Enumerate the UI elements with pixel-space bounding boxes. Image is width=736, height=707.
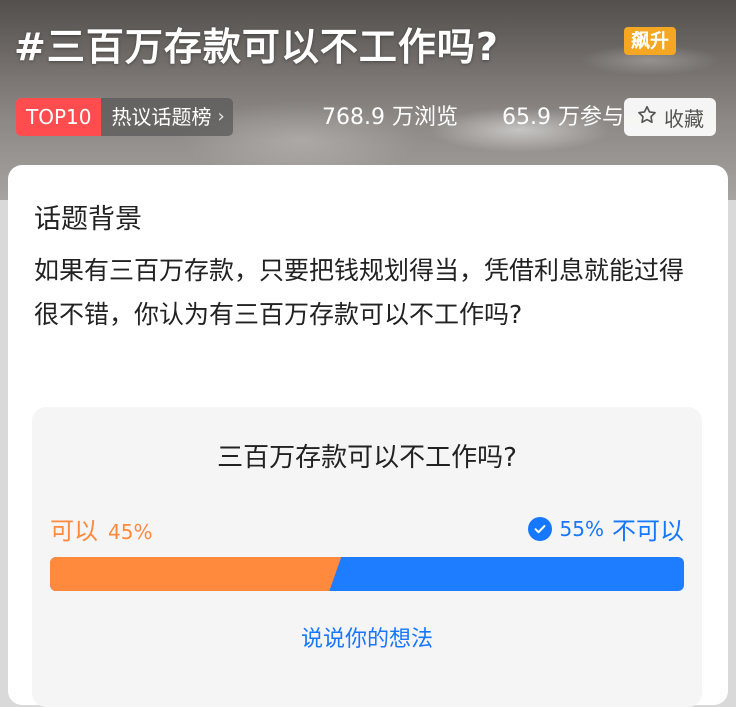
trending-badge: 飙升 — [624, 27, 677, 55]
check-circle-icon — [527, 516, 552, 541]
rank-list-text: 热议话题榜 — [111, 105, 212, 129]
topic-title: #三百万存款可以不工作吗? — [14, 25, 499, 69]
background-title: 话题背景 — [34, 204, 142, 235]
topic-card: 话题背景 如果有三百万存款，只要把钱规划得当，凭借利息就能过得很不错，你认为有三… — [8, 165, 728, 707]
background-text: 如果有三百万存款，只要把钱规划得当，凭借利息就能过得很不错，你认为有三百万存款可… — [34, 256, 685, 329]
share-opinion-link[interactable]: 说说你的想法 — [32, 621, 702, 653]
favorite-label: 收藏 — [664, 106, 704, 131]
chevron-right-icon: › — [217, 106, 225, 127]
participants-count: 65.9 万参与 — [502, 105, 624, 130]
poll-bar-graphic — [50, 557, 342, 591]
rank-list-label: 热议话题榜 › — [101, 98, 233, 136]
views-count: 768.9 万浏览 — [322, 105, 458, 130]
option-b-label: 不可以 — [612, 517, 684, 545]
option-a-label: 可以 — [50, 517, 98, 545]
rank-badge: TOP10 — [16, 98, 102, 136]
rank-link[interactable]: TOP10 热议话题榜 › — [16, 98, 233, 136]
option-a-fill — [50, 557, 342, 591]
option-a[interactable]: 可以 45% — [50, 511, 152, 546]
option-b-percent: 55% — [559, 516, 604, 541]
option-b[interactable]: 55% 不可以 — [527, 511, 684, 546]
star-outline-icon — [636, 104, 658, 131]
option-a-percent: 45% — [108, 520, 153, 544]
poll-card: 三百万存款可以不工作吗? 可以 45% 55% 不可以 说说你的想法 — [32, 407, 702, 707]
poll-result-bar — [50, 557, 684, 591]
favorite-button[interactable]: 收藏 — [624, 98, 716, 136]
poll-question: 三百万存款可以不工作吗? — [217, 443, 517, 473]
